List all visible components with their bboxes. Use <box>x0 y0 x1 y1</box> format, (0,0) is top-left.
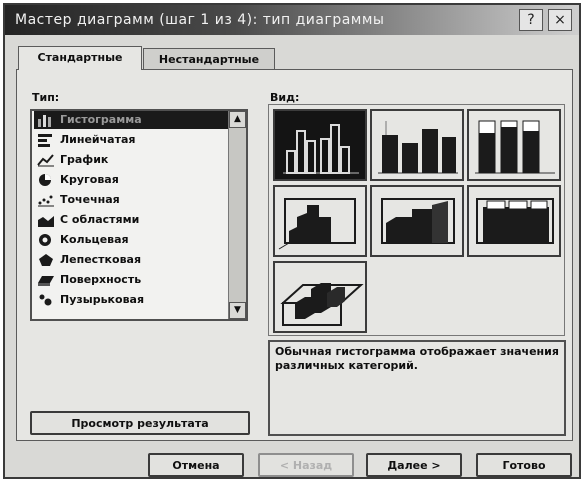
chart-type-label: Тип: <box>32 91 60 104</box>
chart-type-item-area[interactable]: С областями <box>34 211 228 229</box>
cancel-button[interactable]: Отмена <box>148 453 244 477</box>
clustered-column-icon <box>283 124 359 174</box>
3d-clustered-column-icon <box>278 198 356 250</box>
subtype-clustered-column[interactable] <box>273 109 367 181</box>
line-chart-icon <box>37 154 54 167</box>
chart-type-label-doughnut: Кольцевая <box>60 233 129 246</box>
tab-custom[interactable]: Нестандартные <box>143 48 275 70</box>
chart-type-item-surface[interactable]: Поверхность <box>34 271 228 289</box>
subtype-3d-clustered-column[interactable] <box>273 185 367 257</box>
chart-type-scrollbar[interactable]: ▲ ▼ <box>228 111 246 319</box>
bar-chart-icon <box>38 134 52 147</box>
radar-chart-icon <box>39 254 53 266</box>
chart-type-label-radar: Лепестковая <box>60 253 142 266</box>
subtype-3d-column[interactable] <box>273 261 367 333</box>
chart-type-item-doughnut[interactable]: Кольцевая <box>34 231 228 249</box>
scroll-up-icon[interactable]: ▲ <box>229 111 246 128</box>
area-chart-icon <box>38 216 54 227</box>
chart-subtype-grid <box>268 104 565 336</box>
subtype-percent-stacked-column[interactable] <box>467 109 561 181</box>
next-button[interactable]: Далее > <box>366 453 462 477</box>
back-button[interactable]: < Назад <box>258 453 354 477</box>
chart-type-item-scatter[interactable]: Точечная <box>34 191 228 209</box>
subtype-3d-stacked-column[interactable] <box>370 185 464 257</box>
surface-chart-icon <box>38 276 54 286</box>
3d-column-icon <box>280 283 364 326</box>
chart-type-label-area: С областями <box>60 213 140 226</box>
scroll-down-icon[interactable]: ▼ <box>229 302 246 319</box>
stacked-column-icon <box>378 121 458 174</box>
3d-percent-stacked-column-icon <box>476 198 554 244</box>
chart-type-label-scatter: Точечная <box>60 193 120 206</box>
chart-subtype-label: Вид: <box>270 91 300 104</box>
close-button[interactable]: × <box>548 9 572 31</box>
column-chart-icon <box>38 115 51 127</box>
preview-result-button[interactable]: Просмотр результата <box>30 411 250 435</box>
chart-type-list[interactable]: Гистограмма Линейчатая График Круговая Т… <box>30 109 248 321</box>
pie-chart-icon <box>39 174 51 186</box>
chart-type-label-surface: Поверхность <box>60 273 142 286</box>
help-button[interactable]: ? <box>519 9 543 31</box>
subtype-stacked-column[interactable] <box>370 109 464 181</box>
chart-type-label-column: Гистограмма <box>60 113 142 126</box>
title-bar: Мастер диаграмм (шаг 1 из 4): тип диагра… <box>5 5 579 35</box>
chart-type-item-bubble[interactable]: Пузырьковая <box>34 291 228 309</box>
percent-stacked-column-icon <box>475 120 555 174</box>
bubble-chart-icon <box>39 294 52 306</box>
subtype-3d-percent-stacked-column[interactable] <box>467 185 561 257</box>
scatter-chart-icon <box>38 195 54 207</box>
finish-button[interactable]: Готово <box>476 453 572 477</box>
chart-type-label-bubble: Пузырьковая <box>60 293 145 306</box>
chart-type-item-bar[interactable]: Линейчатая <box>34 131 228 149</box>
chart-type-label-pie: Круговая <box>60 173 119 186</box>
chart-type-label-bar: Линейчатая <box>60 133 136 146</box>
3d-stacked-column-icon <box>381 198 455 244</box>
doughnut-chart-icon <box>39 234 51 246</box>
chart-type-label-line: График <box>60 153 109 166</box>
chart-description: Обычная гистограмма отображает значения … <box>268 340 566 436</box>
window-title: Мастер диаграмм (шаг 1 из 4): тип диагра… <box>15 12 385 28</box>
chart-type-item-column[interactable]: Гистограмма <box>34 111 228 129</box>
chart-type-item-radar[interactable]: Лепестковая <box>34 251 228 269</box>
chart-type-item-line[interactable]: График <box>34 151 228 169</box>
tab-standard[interactable]: Стандартные <box>18 46 142 70</box>
chart-type-item-pie[interactable]: Круговая <box>34 171 228 189</box>
